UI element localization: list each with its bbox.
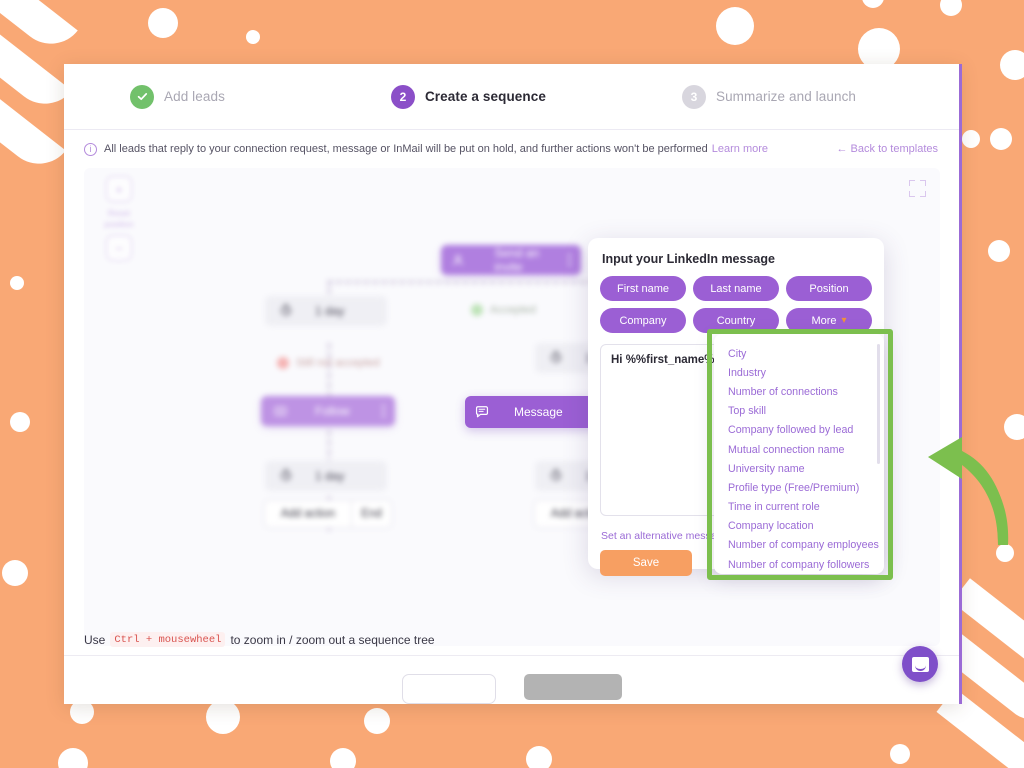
- back-to-templates-link[interactable]: ← Back to templates: [837, 143, 939, 155]
- add-action-button[interactable]: Add action: [265, 501, 351, 527]
- step-add-leads[interactable]: Add leads: [130, 84, 225, 109]
- dot-decoration: [2, 560, 28, 586]
- step-summarize-launch[interactable]: 3 Summarize and launch: [681, 84, 857, 109]
- dropdown-item-university-name[interactable]: University name: [714, 459, 884, 478]
- learn-more-link[interactable]: Learn more: [712, 143, 768, 155]
- tree-node-follow[interactable]: Follow: [261, 396, 395, 426]
- step-label-create-sequence: Create a sequence: [424, 89, 546, 104]
- dropdown-item-industry[interactable]: Industry: [714, 363, 884, 382]
- tree-node-send-invite[interactable]: Send an invite: [441, 245, 581, 275]
- save-button[interactable]: Save: [600, 550, 692, 576]
- connector: [327, 430, 331, 465]
- tree-node-label: Follow: [315, 404, 350, 418]
- hint-suffix: to zoom in / zoom out a sequence tree: [230, 632, 435, 647]
- chevron-down-icon: ▾: [841, 315, 847, 326]
- tree-delay-node[interactable]: 1 day: [265, 461, 387, 491]
- dropdown-list: City Industry Number of connections Top …: [714, 344, 884, 574]
- dropdown-item-number-of-company-employees[interactable]: Number of company employees: [714, 536, 884, 555]
- variable-first-name-button[interactable]: First name: [600, 276, 686, 301]
- condition-bullet-icon: [471, 304, 483, 316]
- green-arrow-annotation: [928, 437, 1009, 545]
- condition-label: Still not accepted: [296, 357, 380, 369]
- stepper-header: Add leads 2 Create a sequence 3 Summariz…: [64, 64, 960, 130]
- info-banner: i All leads that reply to your connectio…: [64, 130, 960, 168]
- info-banner-text: All leads that reply to your connection …: [104, 143, 708, 155]
- footer-actions: [64, 658, 960, 704]
- tree-node-label: Message: [514, 405, 563, 419]
- variable-company-button[interactable]: Company: [600, 308, 686, 333]
- follow-icon: [271, 402, 289, 420]
- node-menu-icon[interactable]: [568, 253, 571, 267]
- dot-decoration: [330, 748, 356, 768]
- more-variables-dropdown[interactable]: City Industry Number of connections Top …: [714, 334, 884, 574]
- dot-decoration: [988, 240, 1010, 262]
- step-label-summarize-launch: Summarize and launch: [715, 89, 857, 104]
- hint-prefix: Use: [84, 632, 106, 647]
- delay-label: 1 day: [315, 469, 345, 483]
- dropdown-item-time-in-current-role[interactable]: Time in current role: [714, 498, 884, 517]
- dot-decoration: [526, 746, 552, 768]
- node-menu-icon[interactable]: [382, 404, 385, 418]
- connector: [327, 343, 331, 398]
- footer-primary-button[interactable]: [524, 674, 622, 700]
- dropdown-item-number-of-connections[interactable]: Number of connections: [714, 382, 884, 401]
- dot-decoration: [940, 0, 962, 16]
- clock-icon: [279, 303, 293, 320]
- step-label-add-leads: Add leads: [164, 89, 225, 104]
- variable-position-button[interactable]: Position: [786, 276, 872, 301]
- dot-decoration: [862, 0, 884, 8]
- person-add-icon: [451, 251, 468, 269]
- clock-icon: [549, 468, 563, 485]
- dot-decoration: [58, 748, 88, 768]
- message-icon: [474, 404, 490, 420]
- footer-secondary-button[interactable]: [402, 674, 496, 704]
- tree-node-message[interactable]: Message: [465, 396, 601, 428]
- dropdown-item-city[interactable]: City: [714, 344, 884, 363]
- step-number-badge: 2: [390, 84, 415, 109]
- clock-icon: [549, 350, 563, 367]
- tree-node-label: Send an invite: [494, 246, 540, 274]
- alternative-message-link[interactable]: Set an alternative message: [601, 530, 728, 542]
- zoom-hint-bar: Use Ctrl + mousewheel to zoom in / zoom …: [64, 624, 960, 656]
- variable-more-button[interactable]: More ▾: [786, 308, 872, 333]
- info-icon: i: [84, 142, 97, 156]
- condition-label: Accepted: [490, 304, 536, 316]
- more-label: More: [811, 314, 837, 327]
- dot-decoration: [206, 700, 240, 734]
- step-create-sequence[interactable]: 2 Create a sequence: [390, 84, 546, 109]
- dropdown-item-top-skill[interactable]: Top skill: [714, 402, 884, 421]
- modal-title: Input your LinkedIn message: [602, 252, 775, 266]
- connector: [327, 280, 604, 284]
- dot-decoration: [364, 708, 390, 734]
- dot-decoration: [246, 30, 260, 44]
- variable-button-grid: First name Last name Position Company Co…: [600, 276, 872, 333]
- dot-decoration: [148, 8, 178, 38]
- dot-decoration: [716, 7, 754, 45]
- dot-decoration: [962, 130, 980, 148]
- tree-condition-not-accepted: Still not accepted: [277, 357, 380, 369]
- dropdown-item-company-followed-by-lead[interactable]: Company followed by lead: [714, 421, 884, 440]
- chat-bubble-icon[interactable]: [902, 646, 938, 682]
- delay-label: 1 day: [315, 304, 345, 318]
- keyboard-shortcut: Ctrl + mousewheel: [110, 632, 226, 647]
- tree-delay-node[interactable]: 1 day: [265, 296, 387, 326]
- end-button[interactable]: End: [351, 501, 391, 527]
- tree-end-row: Add action End: [264, 500, 392, 528]
- dropdown-item-mutual-connection-name[interactable]: Mutual connection name: [714, 440, 884, 459]
- dropdown-item-number-of-company-followers[interactable]: Number of company followers: [714, 555, 884, 574]
- dot-decoration: [890, 744, 910, 764]
- step-done-check-icon: [130, 84, 154, 109]
- dot-decoration: [990, 128, 1012, 150]
- condition-bullet-icon: [277, 357, 289, 369]
- clock-icon: [279, 468, 293, 485]
- variable-last-name-button[interactable]: Last name: [693, 276, 779, 301]
- variable-country-button[interactable]: Country: [693, 308, 779, 333]
- dot-decoration: [10, 276, 24, 290]
- tree-condition-accepted: Accepted: [471, 304, 536, 316]
- dropdown-item-profile-type[interactable]: Profile type (Free/Premium): [714, 478, 884, 497]
- step-number-badge: 3: [681, 84, 706, 109]
- dropdown-item-company-location[interactable]: Company location: [714, 517, 884, 536]
- dot-decoration: [1000, 50, 1024, 80]
- dot-decoration: [10, 412, 30, 432]
